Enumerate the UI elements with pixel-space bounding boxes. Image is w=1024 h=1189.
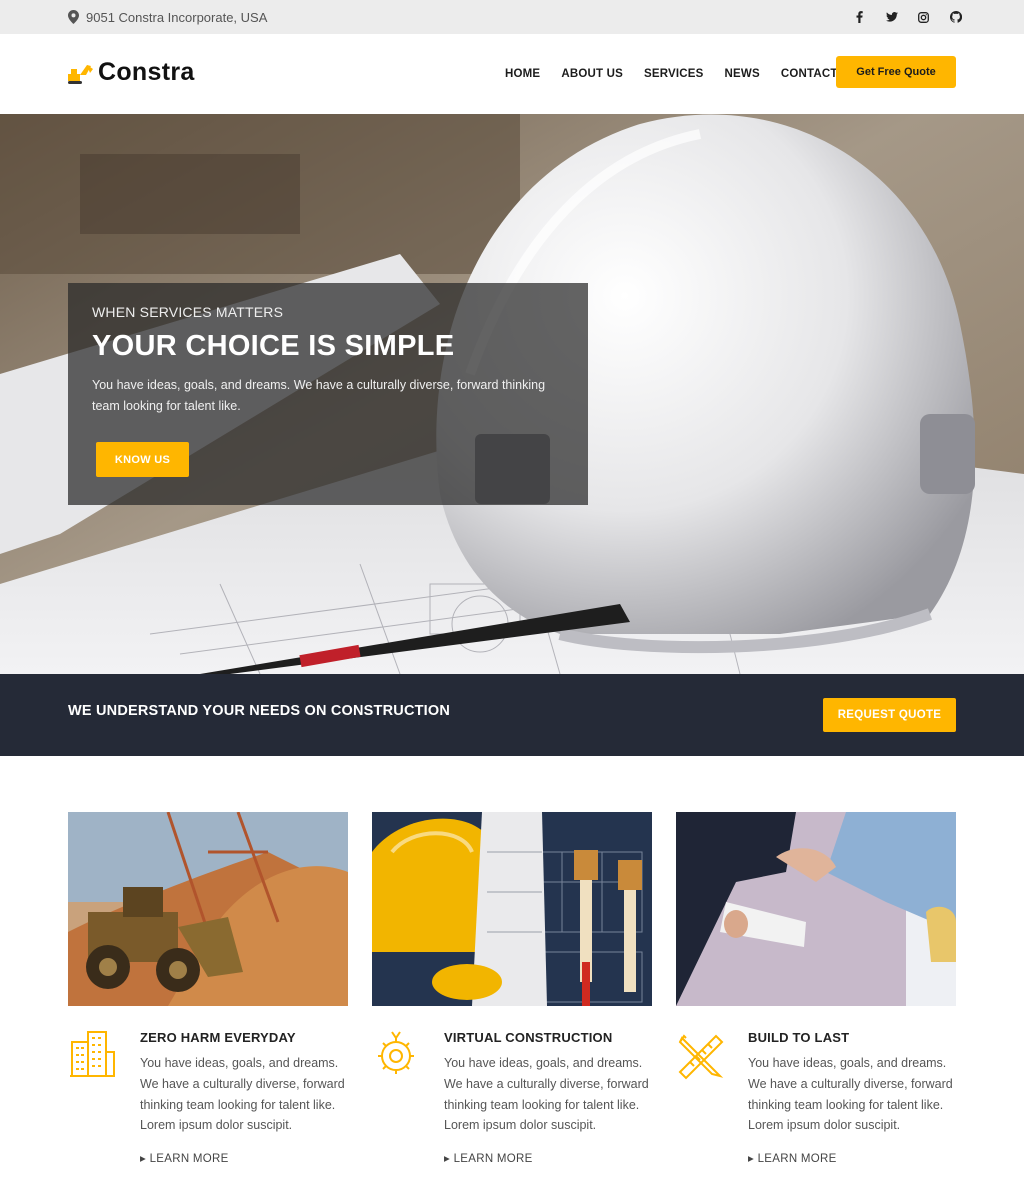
hero-text: You have ideas, goals, and dreams. We ha… [92,378,546,413]
nav-contact[interactable]: CONTACT [781,68,838,80]
social-links [851,0,964,34]
ruler-pencil-icon [678,1034,724,1080]
logo-text: Constra [98,58,195,86]
service-text: You have ideas, goals, and dreams. We ha… [444,1056,649,1133]
handshake-image [676,812,956,1006]
learn-more-link[interactable]: ▸ LEARN MORE [444,1151,533,1165]
github-icon[interactable] [947,9,964,26]
map-pin-icon [68,10,79,24]
service-text: You have ideas, goals, and dreams. We ha… [748,1056,953,1133]
service-text: You have ideas, goals, and dreams. We ha… [140,1056,345,1133]
top-bar: 9051 Constra Incorporate, USA [0,0,1024,34]
address-text: 9051 Constra Incorporate, USA [86,9,268,25]
facebook-icon[interactable] [851,9,868,26]
nav-services[interactable]: SERVICES [644,68,704,80]
caret-right-icon: ▸ [444,1153,451,1165]
hero-subtitle: WHEN SERVICES MATTERS [92,304,284,320]
excavator-logo-icon [68,64,93,84]
caret-right-icon: ▸ [140,1153,147,1165]
service-card-1: ZERO HARM EVERYDAY You have ideas, goals… [68,812,348,1182]
cta-text: WE UNDERSTAND YOUR NEEDS ON CONSTRUCTION [68,703,451,719]
address-info: 9051 Constra Incorporate, USA [68,0,267,34]
learn-more-link[interactable]: ▸ LEARN MORE [748,1151,837,1165]
site-header: Constra HOME ABOUT US SERVICES NEWS CONT… [0,34,1024,114]
gear-wrench-icon [378,1031,414,1074]
service-card-2: VIRTUAL CONSTRUCTION You have ideas, goa… [372,812,652,1182]
instagram-icon[interactable] [915,9,932,26]
tools-image [372,812,652,1006]
service-title: VIRTUAL CONSTRUCTION [444,1030,613,1045]
hero-caption-box: WHEN SERVICES MATTERS YOUR CHOICE IS SIM… [68,283,588,505]
service-card-3: BUILD TO LAST You have ideas, goals, and… [676,812,956,1182]
twitter-icon[interactable] [883,9,900,26]
get-free-quote-button[interactable]: Get Free Quote [836,56,956,88]
request-quote-button[interactable]: REQUEST QUOTE [823,698,956,732]
logo[interactable]: Constra [68,58,195,87]
hero-title: YOUR CHOICE IS SIMPLE [92,330,455,362]
caret-right-icon: ▸ [748,1153,755,1165]
service-title: BUILD TO LAST [748,1030,850,1045]
nav-news[interactable]: NEWS [725,68,760,80]
know-us-button[interactable]: KNOW US [96,442,189,477]
service-title: ZERO HARM EVERYDAY [140,1030,296,1045]
main-nav: HOME ABOUT US SERVICES NEWS CONTACT [505,34,859,114]
nav-home[interactable]: HOME [505,68,540,80]
nav-about-us[interactable]: ABOUT US [561,68,623,80]
call-to-action-strip: WE UNDERSTAND YOUR NEEDS ON CONSTRUCTION… [0,674,1024,756]
learn-more-link[interactable]: ▸ LEARN MORE [140,1151,229,1165]
building-icon [70,1031,115,1077]
hero-banner: WHEN SERVICES MATTERS YOUR CHOICE IS SIM… [0,114,1024,674]
loader-image [68,812,348,1006]
